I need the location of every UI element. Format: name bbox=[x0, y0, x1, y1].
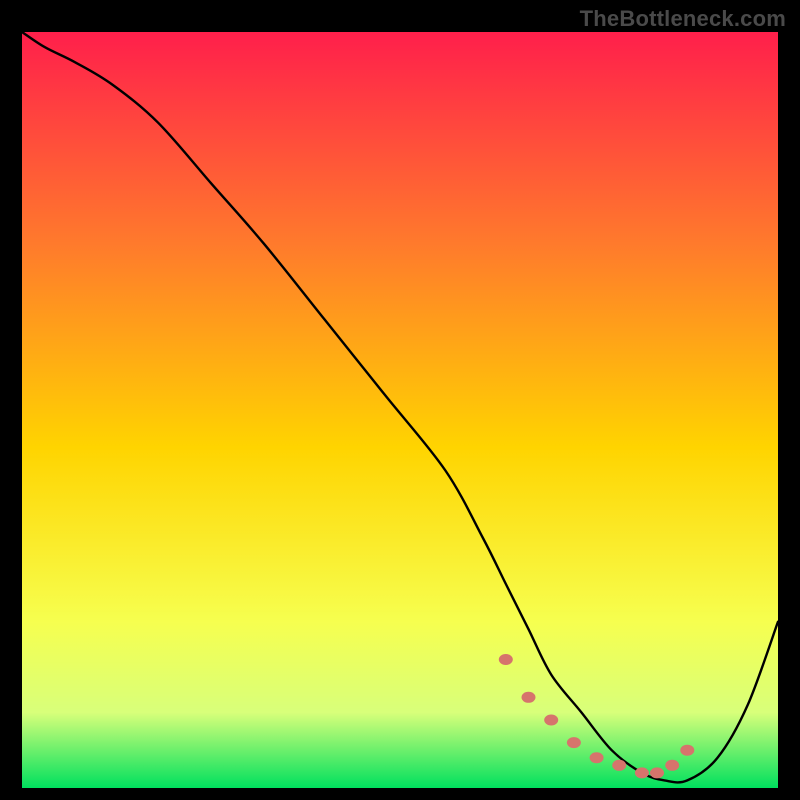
highlight-marker bbox=[499, 654, 513, 665]
highlight-marker bbox=[544, 715, 558, 726]
bottleneck-chart bbox=[22, 32, 778, 788]
highlight-marker bbox=[522, 692, 536, 703]
highlight-marker bbox=[567, 737, 581, 748]
plot-area bbox=[22, 32, 778, 788]
gradient-background bbox=[22, 32, 778, 788]
chart-frame: TheBottleneck.com bbox=[0, 0, 800, 800]
highlight-marker bbox=[650, 767, 664, 778]
highlight-marker bbox=[590, 752, 604, 763]
highlight-marker bbox=[635, 767, 649, 778]
highlight-marker bbox=[612, 760, 626, 771]
watermark-text: TheBottleneck.com bbox=[580, 6, 786, 32]
highlight-marker bbox=[680, 745, 694, 756]
highlight-marker bbox=[665, 760, 679, 771]
